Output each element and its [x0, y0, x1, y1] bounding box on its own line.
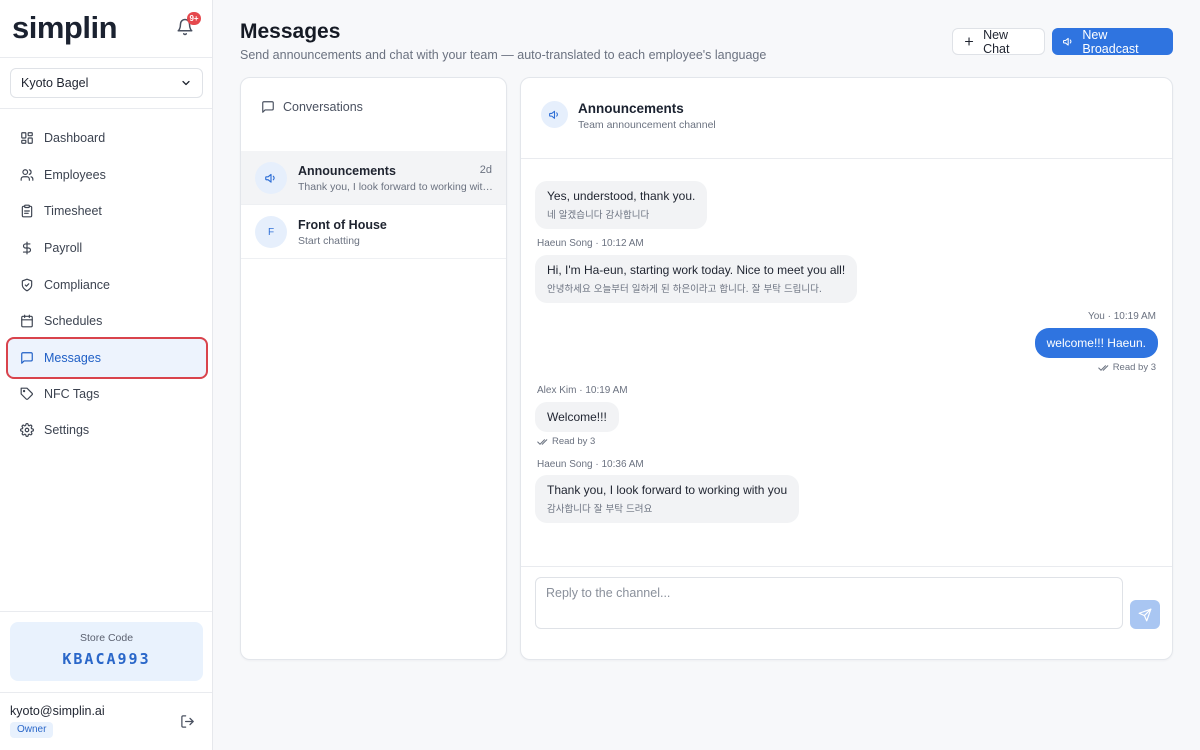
brand-logo[interactable]: simplin: [12, 10, 118, 46]
send-icon: [1138, 608, 1152, 621]
store-code-value: KBACA993: [62, 650, 151, 668]
store-code-card: Store Code KBACA993: [10, 622, 203, 681]
sidebar-item-label: Settings: [44, 423, 90, 438]
sidebar-item-label: Messages: [44, 350, 101, 365]
message-bubble-mine: welcome!!! Haeun.: [1034, 328, 1158, 358]
chat-panel: Announcements Team announcement channel …: [520, 77, 1173, 660]
calendar-icon: [21, 314, 33, 328]
conversation-name: Front of House: [298, 218, 387, 232]
page-subtitle: Send announcements and chat with your te…: [240, 48, 767, 62]
message-meta: Alex Kim · 10:19 AM: [537, 385, 628, 396]
divider: [521, 566, 1172, 567]
divider: [0, 108, 212, 109]
read-receipt-label: Read by 3: [552, 436, 596, 447]
reply-input[interactable]: [535, 577, 1123, 629]
chat-avatar: [541, 101, 568, 128]
message-icon: [262, 101, 274, 113]
conversation-preview: Start chatting: [298, 235, 360, 247]
dollar-icon: [22, 241, 32, 255]
dashboard-icon: [21, 132, 33, 145]
sidebar-item-messages[interactable]: Messages: [6, 336, 208, 379]
message-text: Welcome!!!: [547, 410, 607, 424]
message-meta: Haeun Song · 10:12 AM: [537, 238, 644, 249]
sidebar-item-label: Schedules: [44, 314, 103, 329]
new-broadcast-button[interactable]: New Broadcast: [1052, 27, 1173, 56]
sidebar-item-label: NFC Tags: [44, 386, 100, 401]
message-icon: [21, 351, 33, 364]
sidebar-item-label: Timesheet: [44, 204, 102, 219]
megaphone-icon: [265, 173, 275, 183]
new-chat-button[interactable]: New Chat: [952, 27, 1045, 56]
conversations-heading: Conversations: [261, 100, 363, 114]
sidebar: simplin 9+ Kyoto Bagel Dashboard Employe…: [0, 0, 213, 750]
sidebar-item-payroll[interactable]: Payroll: [6, 230, 208, 267]
store-selector-value: Kyoto Bagel: [21, 76, 89, 90]
sidebar-item-label: Employees: [44, 167, 106, 182]
sidebar-item-dashboard[interactable]: Dashboard: [6, 120, 208, 157]
read-receipt: Read by 3: [537, 436, 595, 447]
message-translation: 네 알겠습니다 감사합니다: [547, 210, 650, 221]
message-meta: Haeun Song · 10:36 AM: [537, 459, 644, 470]
chat-subtitle: Team announcement channel: [578, 119, 716, 131]
sidebar-item-compliance[interactable]: Compliance: [6, 266, 208, 303]
message-bubble: Yes, understood, thank you. 네 알겠습니다 감사합니…: [535, 181, 708, 229]
megaphone-icon: [1063, 37, 1072, 46]
new-chat-label: New Chat: [983, 27, 1010, 56]
send-button[interactable]: [1130, 600, 1160, 629]
message-meta: You · 10:19 AM: [1087, 311, 1156, 322]
tag-icon: [20, 387, 33, 400]
sidebar-item-label: Payroll: [44, 241, 83, 256]
sidebar-nav: Dashboard Employees Timesheet Payroll Co…: [6, 120, 208, 449]
sidebar-item-timesheet[interactable]: Timesheet: [6, 193, 208, 230]
message-text: welcome!!! Haeun.: [1046, 336, 1146, 350]
conversation-name: Announcements: [298, 164, 396, 178]
store-code-label: Store Code: [79, 632, 134, 644]
chevron-down-icon: [182, 80, 190, 86]
logout-icon[interactable]: [180, 714, 195, 729]
message-bubble: Hi, I'm Ha-eun, starting work today. Nic…: [535, 255, 858, 303]
plus-icon: [964, 37, 974, 46]
conversations-panel: Conversations Announcements 2d Thank you…: [240, 77, 507, 660]
sidebar-item-label: Compliance: [44, 277, 111, 292]
chat-title: Announcements: [578, 101, 684, 116]
new-broadcast-label: New Broadcast: [1082, 27, 1139, 56]
store-selector[interactable]: Kyoto Bagel: [10, 68, 203, 98]
page-title: Messages: [240, 20, 341, 43]
conversation-item-announcements[interactable]: Announcements 2d Thank you, I look forwa…: [241, 151, 506, 205]
user-email: kyoto@simplin.ai: [10, 704, 105, 718]
read-receipt: Read by 3: [1097, 362, 1156, 373]
message-bubble: Welcome!!!: [535, 402, 619, 432]
user-role-badge: Owner: [10, 722, 54, 738]
conversation-time: 2d: [479, 164, 492, 176]
sidebar-item-schedules[interactable]: Schedules: [6, 303, 208, 340]
divider: [0, 692, 212, 693]
clipboard-icon: [21, 205, 33, 218]
double-check-icon: [537, 438, 548, 445]
chat-header: Announcements Team announcement channel: [521, 78, 1172, 159]
conversation-avatar: F: [255, 216, 287, 248]
gear-icon: [20, 423, 34, 438]
message-translation: 안녕하세요 오늘부터 일하게 된 하은이라고 합니다. 잘 부탁 드립니다.: [547, 284, 822, 295]
notification-badge: 9+: [187, 12, 201, 25]
conversation-item-front-of-house[interactable]: F Front of House Start chatting: [241, 205, 506, 259]
megaphone-icon: [549, 110, 558, 119]
users-icon: [20, 169, 34, 181]
message-text: Thank you, I look forward to working wit…: [547, 483, 788, 497]
sidebar-item-nfc-tags[interactable]: NFC Tags: [6, 376, 208, 413]
sidebar-item-label: Dashboard: [44, 131, 106, 146]
conversation-avatar: [255, 162, 287, 194]
conversations-heading-label: Conversations: [283, 100, 363, 114]
conversation-preview: Thank you, I look forward to working wit…: [298, 181, 494, 193]
message-bubble: Thank you, I look forward to working wit…: [535, 475, 800, 523]
double-check-icon: [1097, 364, 1108, 371]
sidebar-item-settings[interactable]: Settings: [6, 412, 208, 449]
message-text: Yes, understood, thank you.: [547, 189, 696, 203]
message-text: Hi, I'm Ha-eun, starting work today. Nic…: [547, 263, 846, 277]
message-translation: 감사합니다 잘 부탁 드려요: [547, 504, 653, 515]
shield-icon: [21, 278, 33, 292]
divider: [0, 57, 212, 58]
sidebar-item-employees[interactable]: Employees: [6, 157, 208, 194]
divider: [0, 611, 212, 612]
read-receipt-label: Read by 3: [1112, 362, 1156, 373]
